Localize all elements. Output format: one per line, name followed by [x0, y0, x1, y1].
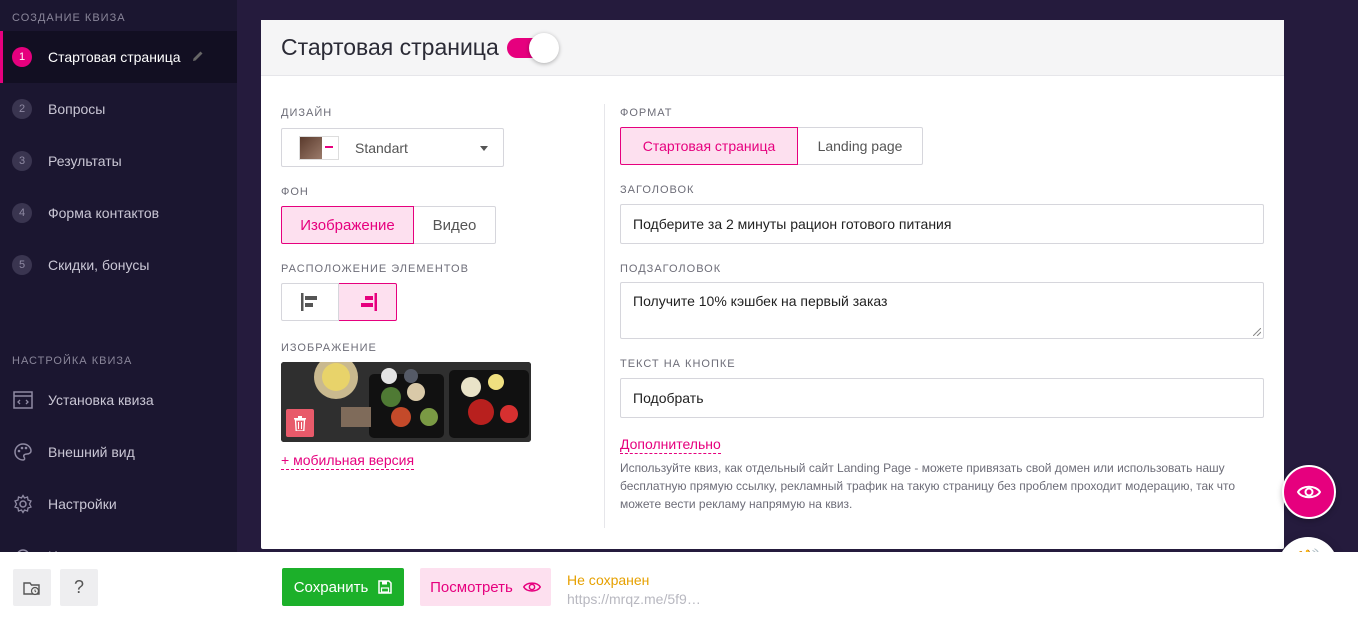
sidebar-item-label: Стартовая страница: [48, 49, 181, 65]
step-number: 2: [12, 99, 32, 119]
button-text-label: ТЕКСТ НА КНОПКЕ: [620, 358, 736, 370]
floppy-disk-icon: [378, 580, 393, 594]
eye-icon: [1297, 485, 1321, 499]
sidebar-item-partial[interactable]: И: [0, 530, 237, 552]
heading-input[interactable]: Подберите за 2 минуты рацион готового пи…: [620, 204, 1264, 244]
pencil-icon[interactable]: [191, 49, 205, 66]
start-page-card: Стартовая страница ДИЗАЙН Standart ФОН И…: [261, 20, 1284, 549]
mobile-version-link[interactable]: + мобильная версия: [281, 452, 415, 470]
step-number: 3: [12, 151, 32, 171]
format-option-start-page[interactable]: Стартовая страница: [620, 127, 798, 165]
layout-label: РАСПОЛОЖЕНИЕ ЭЛЕМЕНТОВ: [281, 263, 469, 275]
card-header: Стартовая страница: [261, 20, 1284, 76]
layout-switch: [281, 283, 397, 321]
design-label: ДИЗАЙН: [281, 107, 333, 119]
sidebar-item-label: Настройки: [48, 496, 117, 512]
code-window-icon: [12, 389, 34, 411]
sidebar-item-settings[interactable]: Настройки: [0, 478, 237, 530]
toggle-knob: [528, 32, 559, 63]
subheading-label: ПОДЗАГОЛОВОК: [620, 263, 722, 275]
palette-icon: [12, 441, 34, 463]
design-select-value: Standart: [355, 139, 408, 156]
folder-clock-icon: [23, 581, 40, 595]
gear-icon: [12, 493, 34, 515]
step-number: 1: [12, 47, 32, 67]
align-right-icon: [360, 293, 377, 311]
sidebar-item-label: Вопросы: [48, 101, 106, 117]
bg-option-image[interactable]: Изображение: [281, 206, 414, 244]
layout-left-button[interactable]: [281, 283, 339, 321]
save-status: Не сохранен: [567, 572, 650, 588]
design-thumbnail: [299, 135, 339, 160]
layout-right-button[interactable]: [339, 283, 397, 321]
landing-hint-text: Используйте квиз, как отдельный сайт Lan…: [620, 461, 1236, 511]
subheading-textarea[interactable]: Получите 10% кэшбек на первый заказ: [620, 282, 1264, 339]
page-title: Стартовая страница: [281, 34, 499, 60]
sidebar-item-start-page[interactable]: 1 Стартовая страница: [0, 31, 237, 83]
start-page-toggle[interactable]: [506, 32, 559, 63]
format-switch: Стартовая страница Landing page: [620, 127, 923, 165]
step-number: 4: [12, 203, 32, 223]
background-image-preview: [281, 362, 531, 442]
eye-icon: [522, 582, 541, 592]
section-title-settings: НАСТРОЙКА КВИЗА: [12, 355, 133, 367]
quiz-url-link[interactable]: https://mrqz.me/5f9…: [567, 591, 701, 607]
preview-button-label: Посмотреть: [430, 578, 513, 596]
sidebar-item-label: Форма контактов: [48, 205, 160, 221]
save-button-label: Сохранить: [293, 578, 369, 596]
resize-handle-icon[interactable]: [1253, 328, 1261, 336]
delete-image-button[interactable]: [286, 409, 314, 437]
help-button[interactable]: ?: [60, 569, 98, 606]
sidebar-item-label: Скидки, бонусы: [48, 257, 150, 273]
image-label: ИЗОБРАЖЕНИЕ: [281, 342, 377, 354]
heading-label: ЗАГОЛОВОК: [620, 184, 695, 196]
format-label: ФОРМАТ: [620, 107, 673, 119]
more-settings-link[interactable]: Дополнительно: [620, 436, 721, 454]
sidebar-item-label: Результаты: [48, 153, 122, 169]
sidebar-item-appearance[interactable]: Внешний вид: [0, 426, 237, 478]
chevron-down-icon: [480, 146, 488, 151]
section-title-create: СОЗДАНИЕ КВИЗА: [12, 12, 126, 24]
bg-option-video[interactable]: Видео: [414, 206, 496, 244]
sidebar: СОЗДАНИЕ КВИЗА 1 Стартовая страница 2 Во…: [0, 0, 237, 552]
sidebar-item-label: Установка квиза: [48, 392, 154, 408]
preview-button[interactable]: Посмотреть: [420, 568, 551, 606]
sidebar-item-discounts[interactable]: 5 Скидки, бонусы: [0, 239, 237, 291]
sidebar-item-install[interactable]: Установка квиза: [0, 374, 237, 426]
folder-button[interactable]: [13, 569, 51, 606]
sidebar-item-results[interactable]: 3 Результаты: [0, 135, 237, 187]
step-number: 5: [12, 255, 32, 275]
background-label: ФОН: [281, 186, 309, 198]
sidebar-item-contact-form[interactable]: 4 Форма контактов: [0, 187, 237, 239]
integration-icon: [12, 545, 34, 552]
trash-icon: [294, 415, 306, 431]
align-left-icon: [301, 293, 317, 311]
background-switch: Изображение Видео: [281, 206, 496, 244]
subheading-value: Получите 10% кэшбек на первый заказ: [633, 293, 888, 309]
save-button[interactable]: Сохранить: [282, 568, 404, 606]
sidebar-item-label: Внешний вид: [48, 444, 135, 460]
question-icon: ?: [73, 577, 84, 597]
format-option-landing[interactable]: Landing page: [798, 127, 923, 165]
column-divider: [604, 104, 605, 528]
design-select[interactable]: Standart: [281, 128, 504, 167]
bottom-toolbar: ? Сохранить Посмотреть Не сохранен https…: [0, 552, 1358, 617]
sidebar-item-questions[interactable]: 2 Вопросы: [0, 83, 237, 135]
preview-fab-button[interactable]: [1282, 465, 1336, 519]
button-text-input[interactable]: Подобрать: [620, 378, 1264, 418]
